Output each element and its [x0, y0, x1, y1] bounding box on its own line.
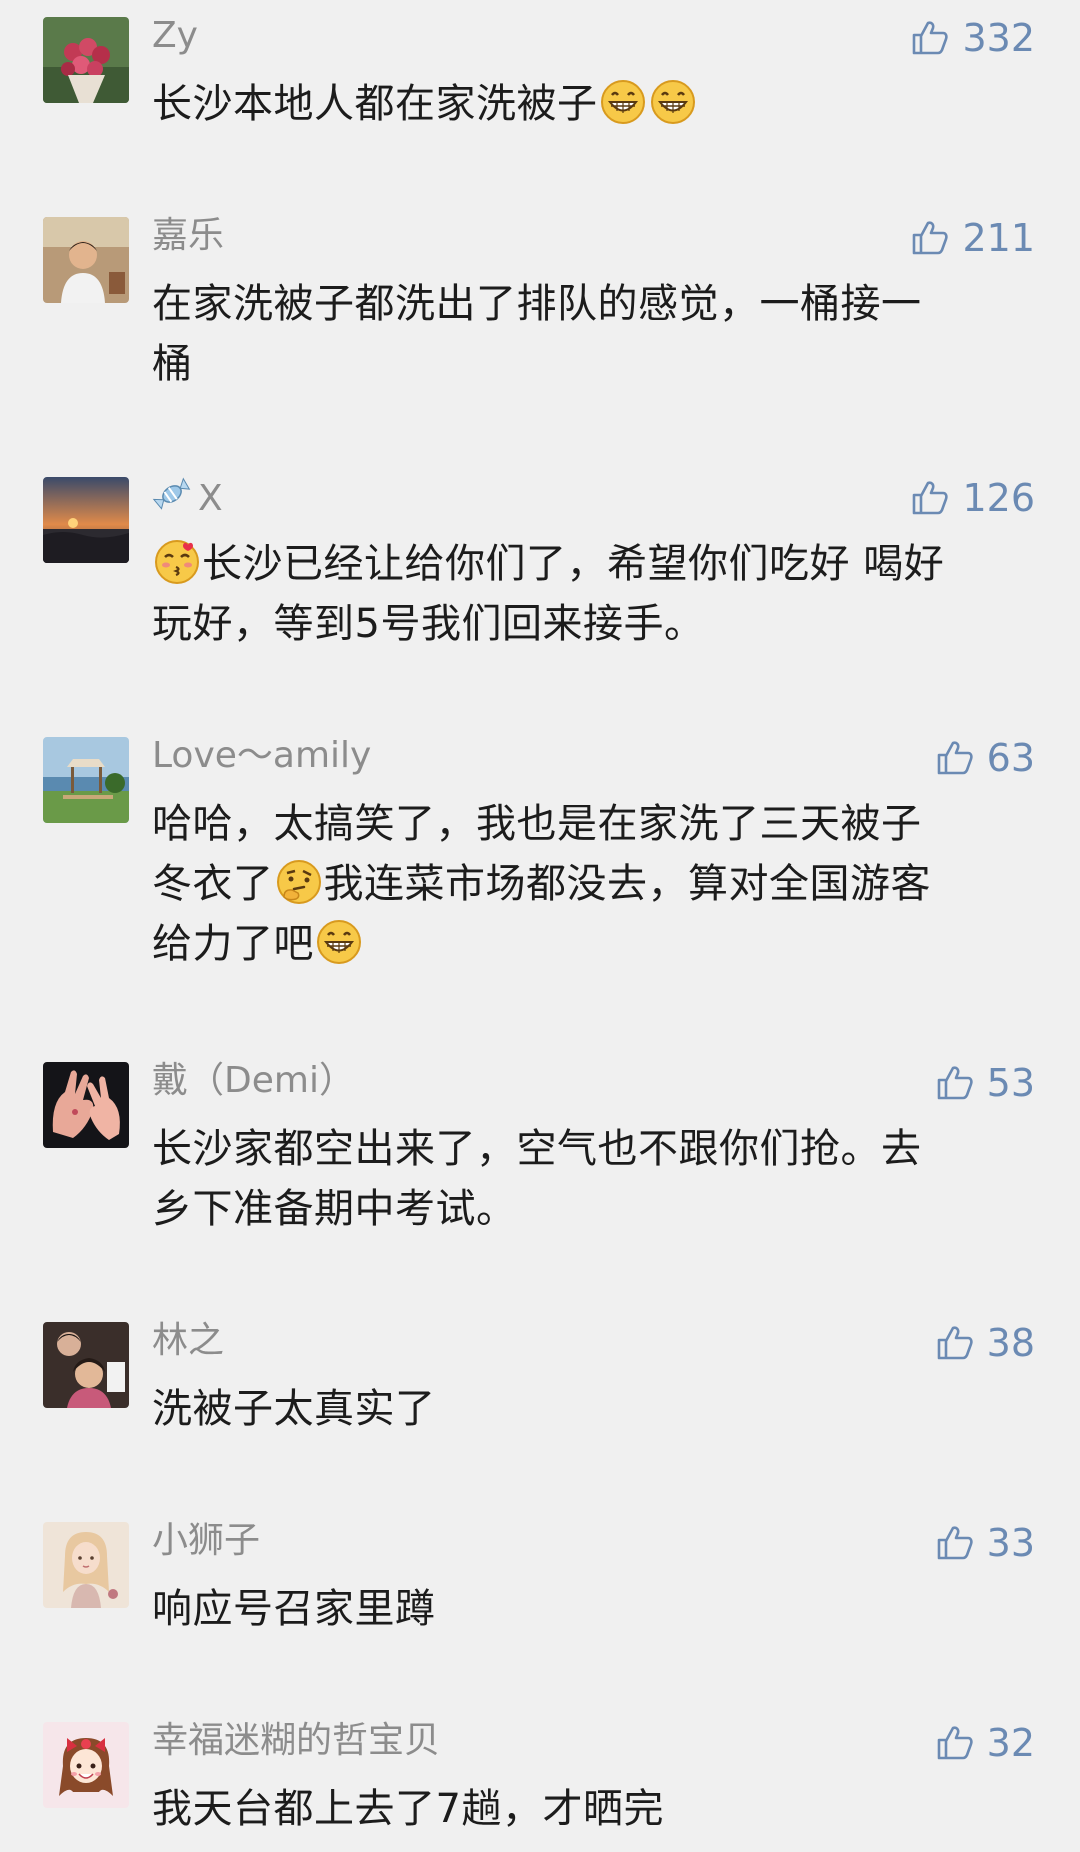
thumbs-up-icon	[937, 1726, 973, 1760]
username-text: X	[198, 478, 223, 519]
hands-avatar[interactable]	[43, 1062, 129, 1148]
family-photo-avatar[interactable]	[43, 1322, 129, 1408]
comment-text-line: 响应号召家里蹲	[152, 1586, 436, 1632]
comment-text: 响应号召家里蹲	[152, 1579, 1032, 1639]
thumbs-up-icon	[913, 221, 949, 255]
comment-text-line: 乡下准备期中考试。	[152, 1186, 517, 1232]
like-count: 126	[962, 476, 1035, 520]
thinking-emoji-icon	[276, 860, 321, 904]
person-photo-avatar[interactable]	[43, 217, 129, 303]
like-button[interactable]: 38	[935, 1319, 1035, 1367]
illustrated-girl-avatar[interactable]	[43, 1522, 129, 1608]
beach-hut-avatar[interactable]	[43, 737, 129, 823]
like-count: 211	[962, 216, 1035, 260]
comment-item: 戴（Demi） 53 长沙家都空出来了，空气也不跟你们抢。去 乡下准备期中考试。	[0, 1045, 1080, 1305]
username[interactable]: Zy	[152, 14, 198, 58]
comment-text-line: 给力了吧	[152, 914, 1032, 974]
thumbs-up-icon	[937, 1326, 973, 1360]
comment-item: 林之 38 洗被子太真实了	[0, 1305, 1080, 1485]
username[interactable]: 戴（Demi）	[152, 1059, 355, 1103]
like-button[interactable]: 332	[910, 14, 1035, 62]
like-button[interactable]: 126	[910, 474, 1035, 522]
like-button[interactable]: 32	[935, 1719, 1035, 1767]
grin-emoji-icon	[317, 920, 361, 964]
thumbs-up-icon	[937, 741, 973, 775]
comment-text-line: 我天台都上去了7趟，才晒完	[152, 1786, 664, 1832]
thumbs-up-icon	[913, 21, 949, 55]
comment-text-line: 哈哈，太搞笑了，我也是在家洗了三天被子	[152, 801, 922, 847]
like-count: 38	[986, 1321, 1035, 1365]
like-button[interactable]: 63	[935, 734, 1035, 782]
comment-text: 哈哈，太搞笑了，我也是在家洗了三天被子 冬衣了 我连菜市场都没去，算对全国游客给力了…	[152, 794, 1032, 974]
flower-bouquet-avatar[interactable]	[43, 17, 129, 103]
comment-text-line: 长沙已经让给你们了，希望你们吃好 喝好	[152, 534, 1032, 594]
comment-text: 长沙家都空出来了，空气也不跟你们抢。去 乡下准备期中考试。	[152, 1119, 1032, 1239]
like-count: 63	[986, 736, 1035, 780]
username[interactable]: 林之	[152, 1319, 224, 1363]
username[interactable]: X	[152, 474, 223, 521]
like-count: 53	[986, 1061, 1035, 1105]
sunset-lake-avatar[interactable]	[43, 477, 129, 563]
thumbs-up-icon	[937, 1066, 973, 1100]
like-count: 32	[986, 1721, 1035, 1765]
comment-text: 洗被子太真实了	[152, 1379, 1032, 1439]
thumbs-up-icon	[913, 481, 949, 515]
comment-text-line: 长沙家都空出来了，空气也不跟你们抢。去	[152, 1126, 922, 1172]
comment-item: 小狮子 33 响应号召家里蹲	[0, 1505, 1080, 1685]
comment-text: 长沙已经让给你们了，希望你们吃好 喝好玩好，等到5号我们回来接手。	[152, 534, 1032, 654]
like-count: 332	[962, 16, 1035, 60]
comment-item: Zy 332 长沙本地人都在家洗被子	[0, 0, 1080, 180]
comment-text: 长沙本地人都在家洗被子	[152, 74, 1032, 134]
comment-text-line: 长沙本地人都在家洗被子	[152, 81, 598, 127]
comment-item: X 126 长沙已经让给你们了，希望你们吃好 喝好玩好，等到5号我们回来接手。	[0, 460, 1080, 720]
comment-text-line: 玩好，等到5号我们回来接手。	[152, 601, 705, 647]
grin-emoji-icon	[650, 80, 695, 124]
grin-emoji-icon	[600, 80, 645, 124]
like-count: 33	[986, 1521, 1035, 1565]
comment-item: Love～amily 63 哈哈，太搞笑了，我也是在家洗了三天被子 冬衣了 我连菜市…	[0, 720, 1080, 1040]
like-button[interactable]: 33	[935, 1519, 1035, 1567]
comment-text-line: 洗被子太真实了	[152, 1386, 436, 1432]
like-button[interactable]: 53	[935, 1059, 1035, 1107]
comment-text: 在家洗被子都洗出了排队的感觉，一桶接一桶	[152, 274, 1032, 394]
comment-feed: Zy 332 长沙本地人都在家洗被子 嘉乐 211 在家洗被子都洗出了排队的感觉…	[0, 0, 1080, 1852]
comment-text-line: 桶	[152, 341, 193, 387]
comment-text: 我天台都上去了7趟，才晒完	[152, 1779, 1032, 1839]
comment-text-line: 在家洗被子都洗出了排队的感觉，一桶接一	[152, 281, 922, 327]
comment-item: 嘉乐 211 在家洗被子都洗出了排队的感觉，一桶接一桶	[0, 200, 1080, 440]
username[interactable]: 小狮子	[152, 1519, 260, 1563]
username[interactable]: 嘉乐	[152, 214, 224, 258]
kiss-emoji-icon	[155, 540, 199, 584]
like-button[interactable]: 211	[910, 214, 1035, 262]
comment-text-line: 冬衣了 我连菜市场都没去，算对全国游客	[152, 860, 931, 907]
candy-icon	[152, 477, 191, 510]
comment-item: 幸福迷糊的哲宝贝 32 我天台都上去了7趟，才晒完	[0, 1705, 1080, 1852]
cartoon-girl-avatar[interactable]	[43, 1722, 129, 1808]
thumbs-up-icon	[937, 1526, 973, 1560]
username[interactable]: 幸福迷糊的哲宝贝	[152, 1719, 440, 1763]
username[interactable]: Love～amily	[152, 734, 371, 778]
